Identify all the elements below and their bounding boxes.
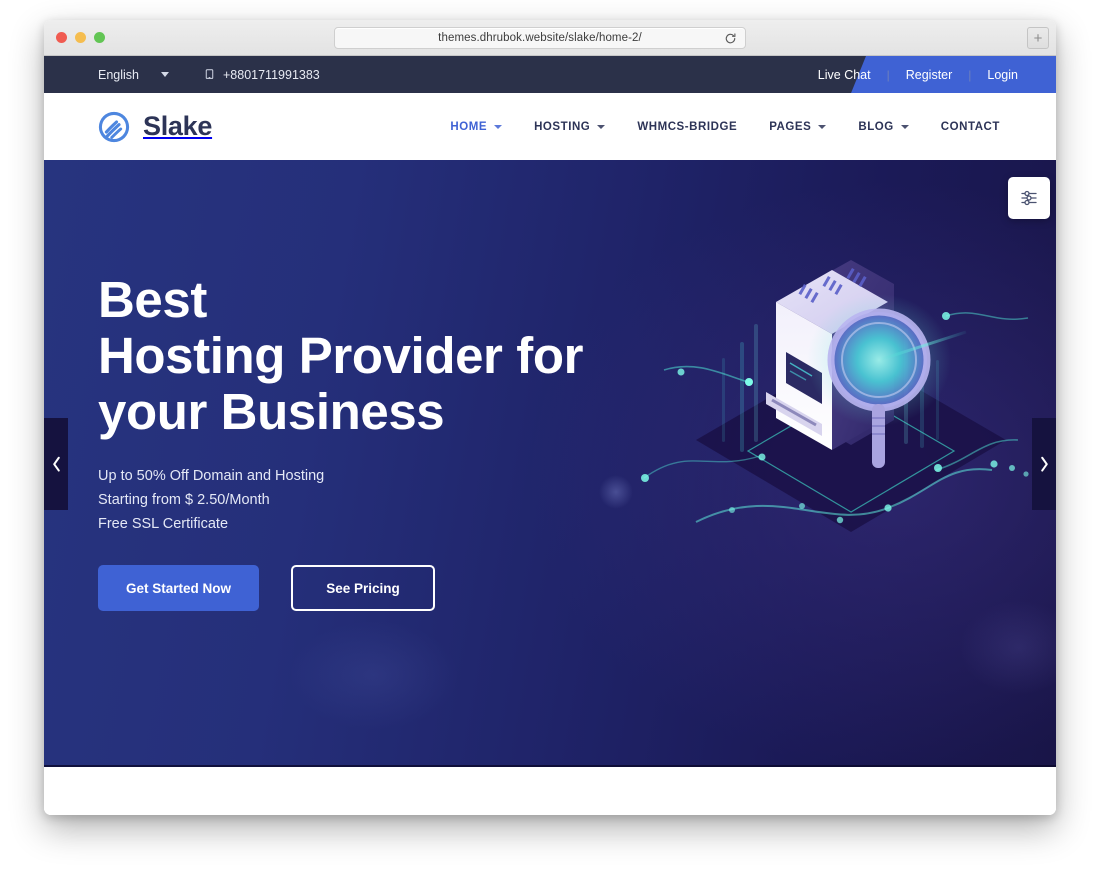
topbar-separator-2: | xyxy=(968,67,972,82)
close-window-button[interactable] xyxy=(56,32,67,43)
language-selector[interactable]: English xyxy=(98,68,169,82)
hero-bullet-1: Up to 50% Off Domain and Hosting xyxy=(98,468,325,484)
reload-icon[interactable] xyxy=(724,32,737,45)
hero-glow-orb-c xyxy=(959,600,1056,695)
carousel-next-button[interactable] xyxy=(1032,417,1056,510)
live-chat-link[interactable]: Live Chat xyxy=(802,68,887,82)
chevron-down-icon xyxy=(900,124,909,129)
get-started-button[interactable]: Get Started Now xyxy=(98,565,259,611)
phone-number: +8801711991383 xyxy=(223,67,320,82)
hero-bullet-list: Up to 50% Off Domain and Hosting Startin… xyxy=(98,464,658,536)
topbar-right-group: Live Chat | Register | Login xyxy=(802,56,1034,93)
nav-item-home[interactable]: HOME xyxy=(434,121,518,133)
hero-cta-group: Get Started Now See Pricing xyxy=(98,565,658,611)
url-text: themes.dhrubok.website/slake/home-2/ xyxy=(438,32,642,44)
nav-label-blog: BLOG xyxy=(858,120,894,133)
new-tab-button[interactable]: + xyxy=(1027,27,1049,49)
sliders-icon xyxy=(1019,188,1039,208)
theme-settings-button[interactable] xyxy=(1008,177,1050,219)
phone-contact[interactable]: +8801711991383 xyxy=(203,68,320,82)
zoom-window-button[interactable] xyxy=(94,32,105,43)
hero-content: Best Hosting Provider for your Business … xyxy=(98,272,658,611)
phone-icon xyxy=(203,68,216,82)
nav-label-contact: CONTACT xyxy=(940,120,1000,133)
nav-label-hosting: HOSTING xyxy=(534,120,591,133)
hero-title: Best Hosting Provider for your Business xyxy=(98,272,658,440)
chevron-right-icon xyxy=(1039,455,1050,473)
chevron-down-icon xyxy=(494,124,503,129)
hero-bullet-2: Starting from $ 2.50/Month xyxy=(98,492,270,508)
nav-item-blog[interactable]: BLOG xyxy=(842,121,924,133)
chevron-down-icon xyxy=(597,124,606,129)
browser-chrome-bar: themes.dhrubok.website/slake/home-2/ + xyxy=(44,20,1056,56)
slake-swirl-logo-icon xyxy=(96,109,132,145)
hero-bullet-3: Free SSL Certificate xyxy=(98,516,229,532)
nav-label-pages: PAGES xyxy=(769,120,812,133)
hero-title-line-3: your Business xyxy=(98,383,445,440)
hero-title-line-2: Hosting Provider for xyxy=(98,327,584,384)
carousel-prev-button[interactable] xyxy=(44,417,68,510)
new-tab-label: + xyxy=(1033,29,1043,47)
browser-window: themes.dhrubok.website/slake/home-2/ + E… xyxy=(44,20,1056,815)
chevron-down-icon xyxy=(161,72,169,77)
hero-title-line-1: Best xyxy=(98,271,207,328)
logo-text: Slake xyxy=(143,111,213,141)
nav-label-home: HOME xyxy=(450,120,488,133)
chevron-left-icon xyxy=(51,455,62,473)
site-logo[interactable]: Slake xyxy=(96,109,212,145)
nav-item-pages[interactable]: PAGES xyxy=(753,121,842,133)
address-bar[interactable]: themes.dhrubok.website/slake/home-2/ xyxy=(334,27,746,49)
page-viewport: English +8801711991383 Live Chat | Regis… xyxy=(44,56,1056,815)
hero-section: Best Hosting Provider for your Business … xyxy=(44,160,1056,767)
minimize-window-button[interactable] xyxy=(75,32,86,43)
window-traffic-lights xyxy=(56,32,105,43)
register-link[interactable]: Register xyxy=(890,68,969,82)
nav-item-contact[interactable]: CONTACT xyxy=(925,121,1016,133)
topbar-left-group: English +8801711991383 xyxy=(98,56,320,93)
see-pricing-button[interactable]: See Pricing xyxy=(291,565,435,611)
site-header: Slake HOME HOSTING WHMCS-BRIDGE PAGES BL… xyxy=(44,93,1056,160)
chevron-down-icon xyxy=(818,124,827,129)
topbar-separator-1: | xyxy=(886,67,890,82)
hero-illustration xyxy=(636,232,1056,562)
nav-label-whmcs-bridge: WHMCS-BRIDGE xyxy=(637,120,738,133)
login-link[interactable]: Login xyxy=(971,68,1034,82)
nav-item-hosting[interactable]: HOSTING xyxy=(518,121,621,133)
nav-item-whmcs-bridge[interactable]: WHMCS-BRIDGE xyxy=(621,121,753,133)
main-navigation: HOME HOSTING WHMCS-BRIDGE PAGES BLOG CON… xyxy=(434,121,1016,133)
page-below-fold xyxy=(44,767,1056,815)
hero-glow-orb-b xyxy=(289,620,459,730)
language-label: English xyxy=(98,67,139,82)
top-utility-bar: English +8801711991383 Live Chat | Regis… xyxy=(44,56,1056,93)
hero-bottom-divider xyxy=(44,765,1056,767)
